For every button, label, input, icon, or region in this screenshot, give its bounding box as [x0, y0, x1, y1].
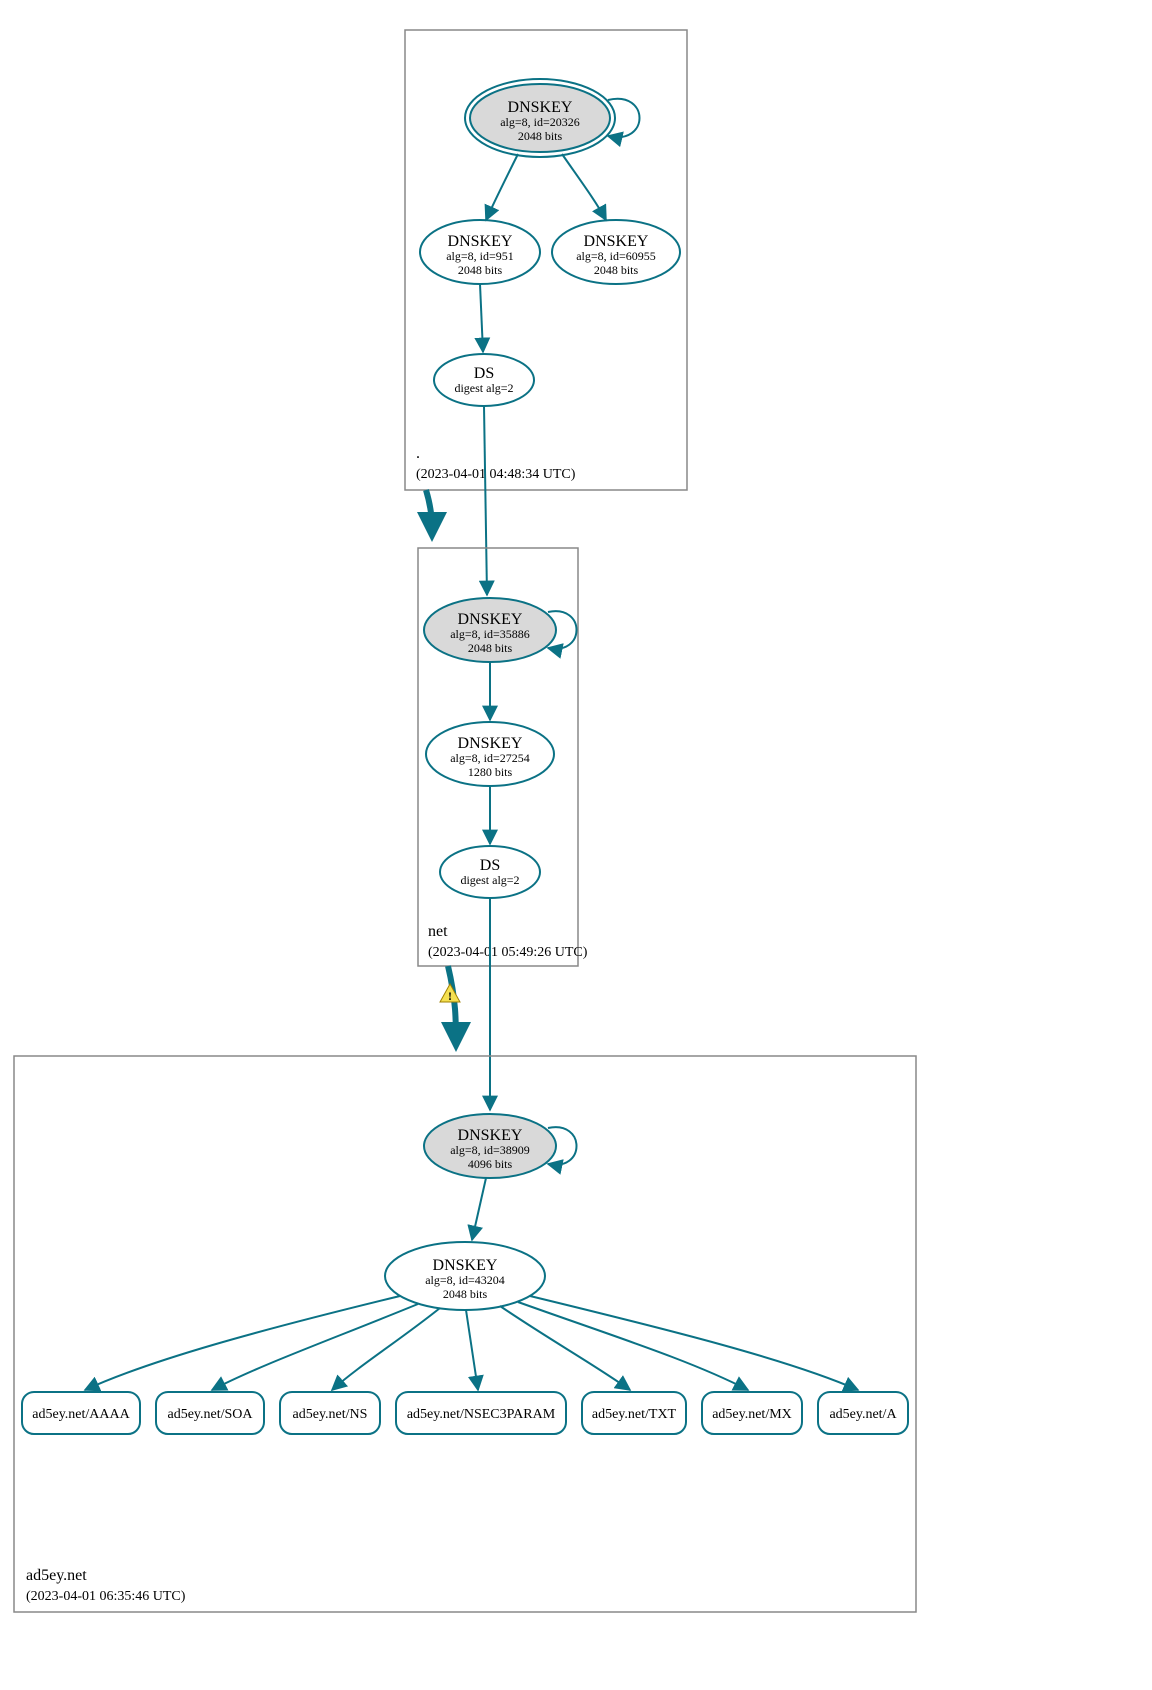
node-net-ds: DS digest alg=2 [440, 846, 540, 898]
zone-net-name: net [428, 923, 448, 940]
zone-domain-timestamp: (2023-04-01 06:35:46 UTC) [26, 1589, 186, 1604]
edge-dom-ksk-to-zsk [472, 1178, 486, 1240]
svg-text:alg=8, id=43204: alg=8, id=43204 [425, 1273, 505, 1287]
edge-root-ksk-self [608, 99, 640, 137]
zone-root-name: . [416, 445, 420, 462]
rrset-mx: ad5ey.net/MX [702, 1392, 802, 1434]
node-root-zsk2: DNSKEY alg=8, id=60955 2048 bits [552, 220, 680, 284]
svg-text:DNSKEY: DNSKEY [508, 99, 573, 116]
zone-domain-name: ad5ey.net [26, 1567, 87, 1584]
rrset-soa: ad5ey.net/SOA [156, 1392, 264, 1434]
edge-zsk-to-mx [518, 1302, 748, 1390]
edge-root-ksk-to-zsk2 [562, 154, 606, 220]
svg-text:alg=8, id=27254: alg=8, id=27254 [450, 751, 530, 765]
zone-net: net (2023-04-01 05:49:26 UTC) DNSKEY alg… [418, 548, 588, 966]
svg-text:ad5ey.net/NS: ad5ey.net/NS [293, 1407, 368, 1422]
node-root-ksk: DNSKEY alg=8, id=20326 2048 bits [465, 79, 615, 157]
svg-text:alg=8, id=20326: alg=8, id=20326 [500, 115, 580, 129]
edge-net-to-domain-deleg [448, 966, 456, 1046]
zone-root: . (2023-04-01 04:48:34 UTC) DNSKEY alg=8… [405, 30, 687, 490]
rrset-ns: ad5ey.net/NS [280, 1392, 380, 1434]
svg-text:2048 bits: 2048 bits [458, 263, 503, 277]
svg-text:DNSKEY: DNSKEY [458, 1127, 523, 1144]
svg-text:digest alg=2: digest alg=2 [460, 873, 519, 887]
node-net-zsk: DNSKEY alg=8, id=27254 1280 bits [426, 722, 554, 786]
zone-domain: ad5ey.net (2023-04-01 06:35:46 UTC) DNSK… [14, 1056, 916, 1612]
svg-text:ad5ey.net/NSEC3PARAM: ad5ey.net/NSEC3PARAM [407, 1407, 556, 1422]
svg-text:alg=8, id=35886: alg=8, id=35886 [450, 627, 530, 641]
edge-root-zsk-to-ds [480, 284, 483, 352]
svg-text:DNSKEY: DNSKEY [458, 611, 523, 628]
rrset-aaaa: ad5ey.net/AAAA [22, 1392, 140, 1434]
svg-text:2048 bits: 2048 bits [468, 641, 513, 655]
svg-text:DS: DS [474, 365, 494, 382]
svg-text:DNSKEY: DNSKEY [584, 233, 649, 250]
zone-net-timestamp: (2023-04-01 05:49:26 UTC) [428, 945, 588, 960]
svg-text:alg=8, id=38909: alg=8, id=38909 [450, 1143, 530, 1157]
node-dom-zsk: DNSKEY alg=8, id=43204 2048 bits [385, 1242, 545, 1310]
svg-text:!: ! [448, 989, 452, 1003]
warning-icon: ! [440, 984, 460, 1003]
edge-zsk-to-a [530, 1296, 858, 1390]
edge-root-ksk-to-zsk1 [486, 154, 518, 220]
edge-root-to-net-deleg [426, 490, 432, 536]
edge-root-ds-to-net-ksk [484, 406, 487, 595]
svg-text:ad5ey.net/AAAA: ad5ey.net/AAAA [32, 1407, 130, 1422]
svg-text:alg=8, id=951: alg=8, id=951 [446, 249, 514, 263]
svg-text:2048 bits: 2048 bits [518, 129, 563, 143]
node-dom-ksk: DNSKEY alg=8, id=38909 4096 bits [424, 1114, 556, 1178]
edge-zsk-to-n3p [466, 1310, 478, 1390]
node-root-ds: DS digest alg=2 [434, 354, 534, 406]
svg-text:ad5ey.net/SOA: ad5ey.net/SOA [167, 1407, 253, 1422]
svg-text:ad5ey.net/A: ad5ey.net/A [829, 1407, 897, 1422]
svg-text:DS: DS [480, 857, 500, 874]
svg-text:digest alg=2: digest alg=2 [454, 381, 513, 395]
svg-text:ad5ey.net/TXT: ad5ey.net/TXT [592, 1407, 677, 1422]
svg-text:4096 bits: 4096 bits [468, 1157, 513, 1171]
node-root-zsk1: DNSKEY alg=8, id=951 2048 bits [420, 220, 540, 284]
svg-text:1280 bits: 1280 bits [468, 765, 513, 779]
rrset-nsec3param: ad5ey.net/NSEC3PARAM [396, 1392, 566, 1434]
dnssec-diagram: . (2023-04-01 04:48:34 UTC) DNSKEY alg=8… [0, 0, 1152, 1690]
edge-zsk-to-ns [332, 1308, 440, 1390]
rrset-a: ad5ey.net/A [818, 1392, 908, 1434]
svg-text:DNSKEY: DNSKEY [458, 735, 523, 752]
svg-text:2048 bits: 2048 bits [594, 263, 639, 277]
svg-text:alg=8, id=60955: alg=8, id=60955 [576, 249, 656, 263]
rrset-txt: ad5ey.net/TXT [582, 1392, 686, 1434]
svg-text:ad5ey.net/MX: ad5ey.net/MX [712, 1407, 792, 1422]
rrsets: ad5ey.net/AAAA ad5ey.net/SOA ad5ey.net/N… [22, 1392, 908, 1434]
svg-text:2048 bits: 2048 bits [443, 1287, 488, 1301]
svg-text:DNSKEY: DNSKEY [433, 1257, 498, 1274]
zone-root-timestamp: (2023-04-01 04:48:34 UTC) [416, 467, 576, 482]
node-net-ksk: DNSKEY alg=8, id=35886 2048 bits [424, 598, 556, 662]
svg-text:DNSKEY: DNSKEY [448, 233, 513, 250]
